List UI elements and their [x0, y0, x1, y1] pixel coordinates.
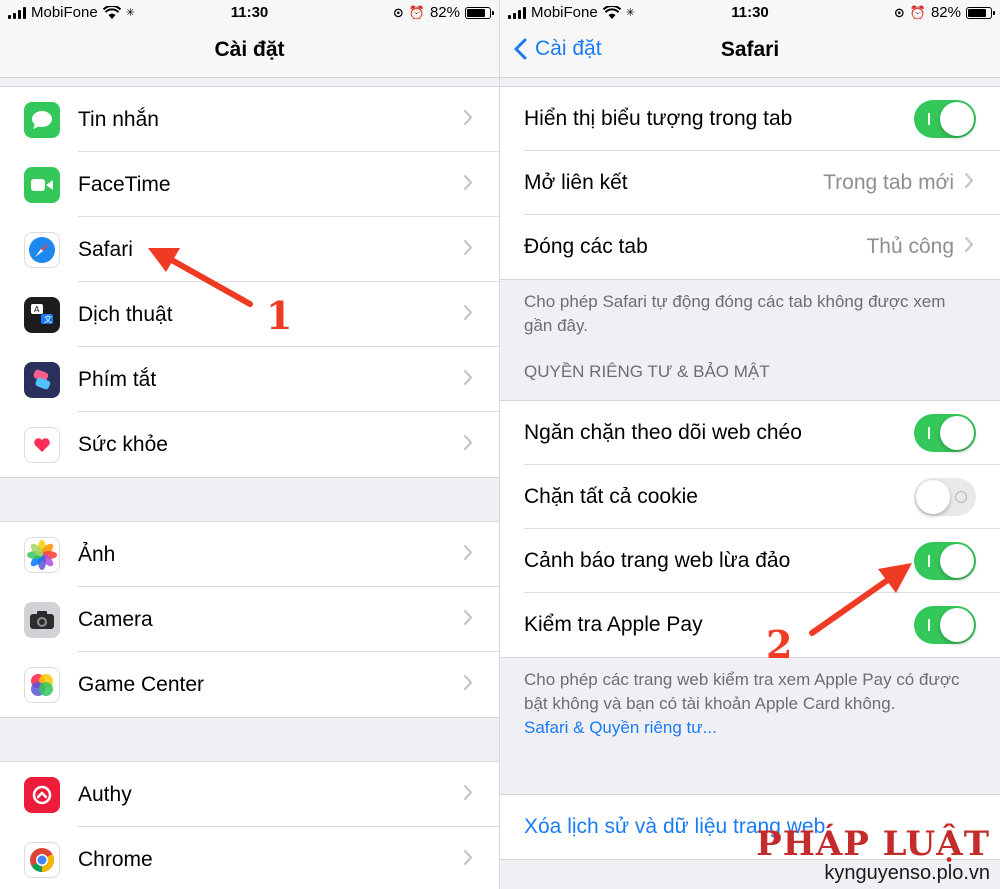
- setting-label: Mở liên kết: [524, 171, 628, 194]
- settings-row-label: Sức khỏe: [78, 432, 168, 456]
- battery-icon: [465, 6, 494, 19]
- watermark: PHÁP LUẬT kynguyenso.plo.vn: [756, 826, 990, 885]
- chevron-right-icon: [463, 239, 473, 255]
- authy-icon: [24, 776, 60, 813]
- chevron-right-icon: [463, 369, 473, 385]
- tabs-settings-group: Hiển thị biểu tượng trong tab Mở liên kết…: [500, 86, 1000, 280]
- safari-icon: [24, 231, 60, 268]
- chevron-right-icon: [463, 109, 473, 125]
- watermark-site: kynguyenso.plo.vn: [824, 862, 990, 884]
- chevron-right-icon: [463, 674, 473, 690]
- chevron-right-icon: [964, 172, 974, 189]
- privacy-link[interactable]: Safari & Quyền riêng tư...: [524, 716, 976, 740]
- setting-label: Kiểm tra Apple Pay: [524, 613, 703, 636]
- alarm-icon: ⏰: [909, 4, 926, 20]
- settings-row-messages[interactable]: Tin nhắn: [0, 87, 499, 152]
- setting-label: Chặn tất cả cookie: [524, 485, 698, 508]
- orientation-lock-icon: ⊙: [893, 4, 905, 20]
- toggle-switch[interactable]: [914, 100, 976, 138]
- chrome-icon: [24, 841, 60, 878]
- settings-row-chrome[interactable]: Chrome: [0, 827, 499, 889]
- settings-row-label: Phím tắt: [78, 367, 157, 391]
- battery-percent: 82%: [930, 4, 961, 21]
- settings-row-label: Authy: [78, 782, 132, 806]
- group1-row-2[interactable]: Đóng các tab Thủ công: [500, 215, 1000, 279]
- settings-group-media: Ảnh Camera Game Center: [0, 521, 499, 718]
- settings-row-camera[interactable]: Camera: [0, 587, 499, 652]
- chevron-right-icon: [463, 174, 473, 190]
- setting-value: Thủ công: [866, 235, 954, 258]
- settings-row-safari[interactable]: Safari: [0, 217, 499, 282]
- alarm-icon: ⏰: [408, 4, 425, 20]
- battery-percent: 82%: [429, 4, 460, 21]
- battery-icon: [966, 6, 995, 19]
- setting-label: Cảnh báo trang web lừa đảo: [524, 549, 791, 572]
- settings-row-translate[interactable]: A 文 Dịch thuật: [0, 282, 499, 347]
- group1-row-0[interactable]: Hiển thị biểu tượng trong tab: [500, 87, 1000, 151]
- messages-icon: [24, 101, 60, 138]
- setting-label: Ngăn chặn theo dõi web chéo: [524, 421, 802, 444]
- group2-row-1[interactable]: Chặn tất cả cookie: [500, 465, 1000, 529]
- toggle-switch[interactable]: [914, 542, 976, 580]
- settings-row-label: FaceTime: [78, 172, 171, 196]
- settings-row-label: Camera: [78, 607, 153, 631]
- settings-row-label: Tin nhắn: [78, 107, 159, 131]
- settings-row-photos[interactable]: Ảnh: [0, 522, 499, 587]
- settings-row-authy[interactable]: Authy: [0, 762, 499, 827]
- toggle-switch[interactable]: [914, 414, 976, 452]
- game-center-icon: [24, 666, 60, 703]
- safari-settings-panel: MobiFone ✳ 11:30 ⊙ ⏰ 82% Cài đặt Safari …: [500, 0, 1000, 889]
- camera-icon: [24, 601, 60, 638]
- settings-row-facetime[interactable]: FaceTime: [0, 152, 499, 217]
- nav-bar: Cài đặt: [0, 26, 499, 78]
- page-title: Cài đặt: [214, 38, 285, 61]
- status-bar-right: MobiFone ✳ 11:30 ⊙ ⏰ 82%: [500, 0, 1000, 26]
- settings-group-thirdparty: Authy Chrome: [0, 761, 499, 889]
- settings-row-shortcuts[interactable]: Phím tắt: [0, 347, 499, 412]
- group2-row-3[interactable]: Kiểm tra Apple Pay: [500, 593, 1000, 657]
- setting-label: Hiển thị biểu tượng trong tab: [524, 107, 793, 130]
- settings-row-label: Safari: [78, 237, 133, 261]
- settings-group-apple: Tin nhắn FaceTime Safari A 文 Dịch thuật Phím t…: [0, 86, 499, 478]
- chevron-right-icon: [463, 784, 473, 800]
- chevron-right-icon: [463, 609, 473, 625]
- photos-icon: [24, 536, 60, 573]
- nav-bar: Cài đặt Safari: [500, 26, 1000, 78]
- settings-panel: MobiFone ✳ 11:30 ⊙ ⏰ 82% Cài đặt Tin nhắ…: [0, 0, 500, 889]
- page-title: Safari: [720, 38, 780, 61]
- annotation-number-2: 2: [766, 622, 793, 667]
- shortcuts-icon: [24, 361, 60, 398]
- annotation-number-1: 1: [266, 293, 293, 338]
- health-icon: [24, 426, 60, 463]
- setting-label: Đóng các tab: [524, 235, 648, 258]
- apple-pay-footnote: Cho phép các trang web kiểm tra xem Appl…: [500, 658, 1000, 794]
- toggle-switch[interactable]: [914, 606, 976, 644]
- settings-row-label: Game Center: [78, 672, 205, 696]
- translate-icon: A文: [24, 296, 60, 333]
- settings-row-game-center[interactable]: Game Center: [0, 652, 499, 717]
- svg-text:文: 文: [44, 314, 52, 324]
- group2-row-0[interactable]: Ngăn chặn theo dõi web chéo: [500, 401, 1000, 465]
- group2-row-2[interactable]: Cảnh báo trang web lừa đảo: [500, 529, 1000, 593]
- toggle-switch[interactable]: [914, 478, 976, 516]
- chevron-right-icon: [463, 544, 473, 560]
- setting-value: Trong tab mới: [823, 171, 954, 194]
- watermark-logo: PHÁP LUẬT: [756, 824, 990, 864]
- orientation-lock-icon: ⊙: [392, 4, 404, 20]
- settings-row-label: Chrome: [78, 847, 153, 871]
- tabs-footnote: Cho phép Safari tự động đóng các tab khô…: [524, 292, 946, 335]
- settings-row-health[interactable]: Sức khỏe: [0, 412, 499, 477]
- group1-row-1[interactable]: Mở liên kết Trong tab mới: [500, 151, 1000, 215]
- privacy-settings-group: Ngăn chặn theo dõi web chéo Chặn tất cả c…: [500, 400, 1000, 658]
- status-bar: MobiFone ✳ 11:30 ⊙ ⏰ 82%: [0, 0, 499, 26]
- apple-pay-footnote-text: Cho phép các trang web kiểm tra xem Appl…: [524, 670, 960, 713]
- chevron-right-icon: [463, 849, 473, 865]
- svg-text:A: A: [34, 305, 40, 314]
- chevron-right-icon: [463, 304, 473, 320]
- settings-row-label: Ảnh: [78, 542, 116, 566]
- chevron-right-icon: [463, 434, 473, 450]
- privacy-section-header: QUYỀN RIÊNG TƯ & BẢO MẬT: [524, 362, 770, 381]
- chevron-right-icon: [964, 236, 974, 253]
- facetime-icon: [24, 166, 60, 203]
